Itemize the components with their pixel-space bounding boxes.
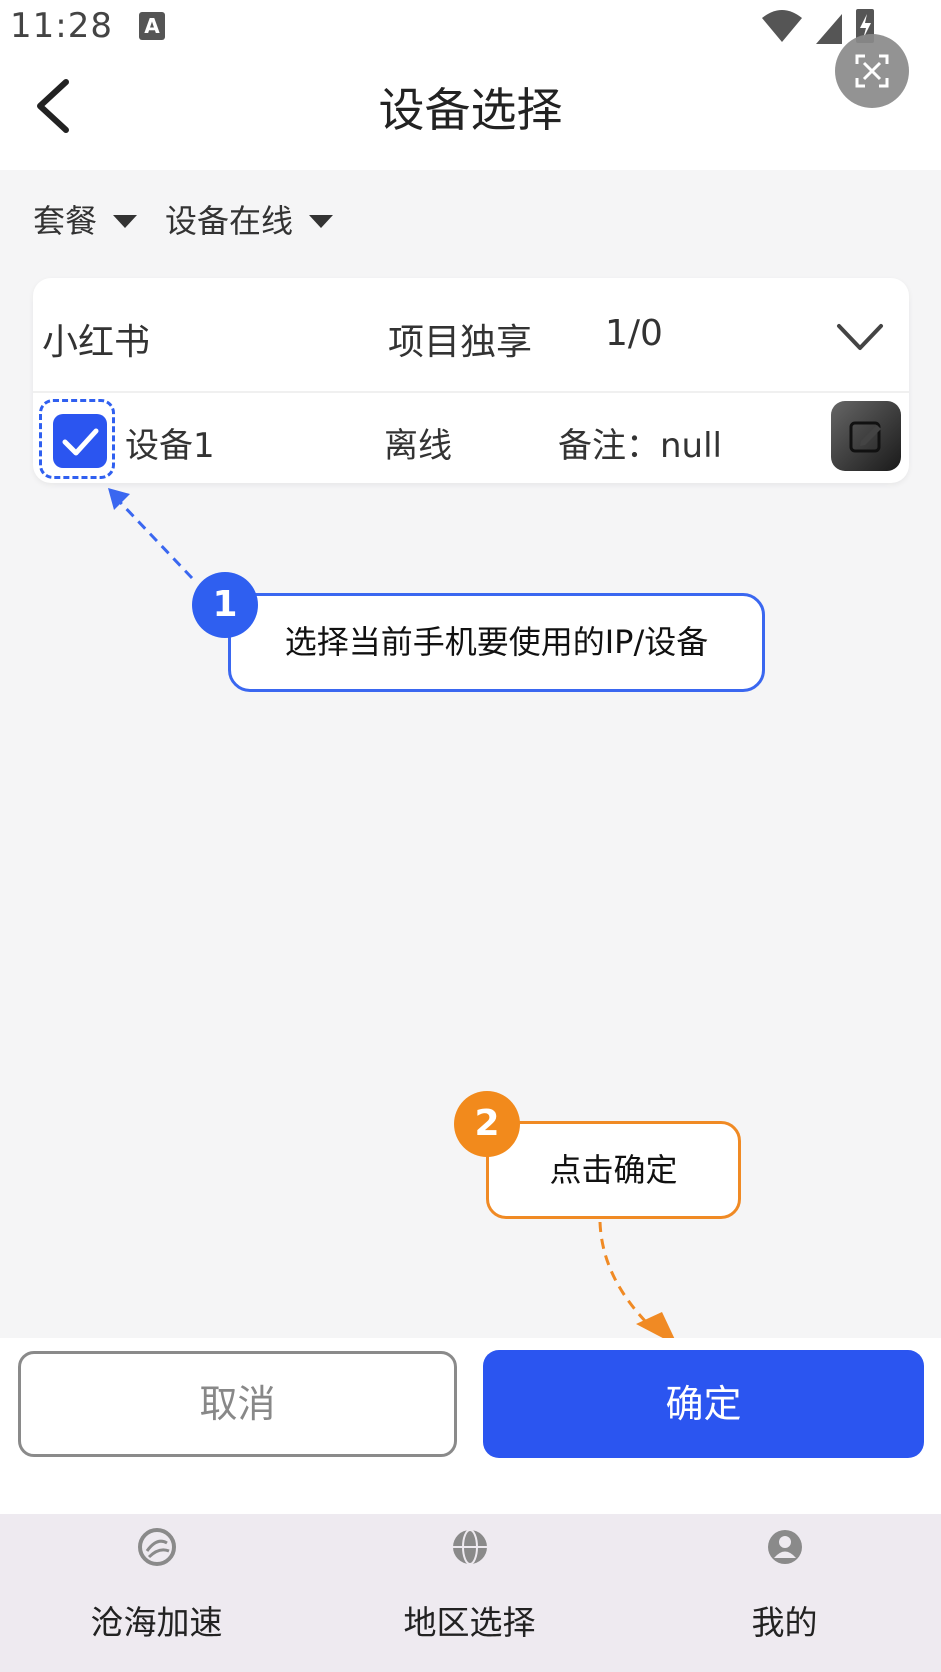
step-badge-2: 2 xyxy=(454,1091,520,1157)
globe-icon xyxy=(452,1529,487,1565)
callout-select-device: 选择当前手机要使用的IP/设备 xyxy=(228,593,765,692)
status-time: 11:28 xyxy=(10,6,113,46)
page-title: 设备选择 xyxy=(378,83,563,137)
tab-mine-label: 我的 xyxy=(751,1603,818,1642)
expand-button[interactable] xyxy=(835,318,885,358)
tab-region[interactable]: 地区选择 xyxy=(313,1514,626,1672)
user-icon xyxy=(767,1530,802,1564)
group-mode: 项目独享 xyxy=(388,322,533,363)
chevron-down-icon xyxy=(837,324,883,350)
tab-mine[interactable]: 我的 xyxy=(628,1514,941,1672)
screenshot-frame-icon xyxy=(855,54,889,88)
tab-speed[interactable]: 沧海加速 xyxy=(0,1514,313,1672)
notification-icon: A xyxy=(139,12,165,40)
check-icon xyxy=(62,428,99,456)
tab-speed-label: 沧海加速 xyxy=(90,1603,223,1642)
callout-arrow-2 xyxy=(598,1221,678,1346)
callout-arrow-1 xyxy=(108,488,194,580)
caret-down-icon xyxy=(113,214,138,228)
device-remark: 备注：null xyxy=(558,426,722,466)
edit-icon xyxy=(849,421,881,453)
device-checkbox[interactable] xyxy=(53,414,107,468)
group-count: 1/0 xyxy=(605,313,663,354)
filter-online-status[interactable]: 设备在线 xyxy=(165,196,334,242)
device-status: 离线 xyxy=(384,426,452,466)
divider xyxy=(33,391,909,393)
step-badge-1: 1 xyxy=(192,572,258,638)
speed-logo-icon xyxy=(137,1528,176,1566)
filter-online-label: 设备在线 xyxy=(165,202,294,240)
edit-button[interactable] xyxy=(831,401,901,471)
filter-package-label: 套餐 xyxy=(33,202,98,240)
device-name: 设备1 xyxy=(125,426,215,466)
screenshot-button[interactable] xyxy=(835,34,909,108)
filter-package[interactable]: 套餐 xyxy=(33,196,138,242)
caret-down-icon xyxy=(309,214,334,228)
cancel-button[interactable]: 取消 xyxy=(18,1351,457,1457)
tab-region-label: 地区选择 xyxy=(403,1603,536,1642)
group-app-name: 小红书 xyxy=(42,322,151,363)
callout-click-confirm: 点击确定 xyxy=(486,1121,741,1219)
confirm-button[interactable]: 确定 xyxy=(483,1350,924,1458)
wifi-icon xyxy=(762,10,802,42)
